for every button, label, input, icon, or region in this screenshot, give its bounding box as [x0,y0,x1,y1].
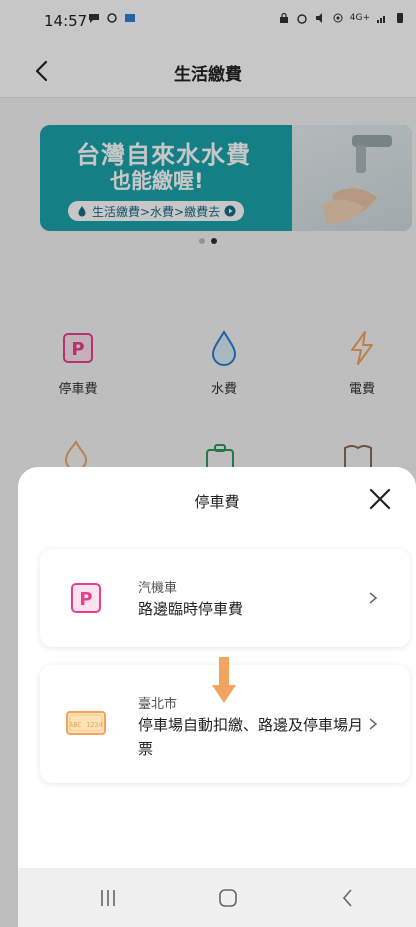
system-nav-bar [18,868,416,927]
back-icon[interactable] [336,886,360,910]
option-street-parking[interactable]: P 汽機車 路邊臨時停車費 [40,549,410,647]
option-title: 停車場自動扣繳、路邊及停車場月票 [138,716,364,758]
option-subtitle: 臺北市 [138,697,178,712]
close-icon[interactable] [366,485,394,513]
chevron-right-icon [369,592,378,604]
pointer-arrow-icon [212,657,236,703]
license-plate-icon: ABC 1234 [66,711,106,735]
option-title: 路邊臨時停車費 [138,600,244,618]
option-subtitle: 汽機車 [138,581,178,596]
svg-text:P: P [79,589,92,610]
sheet-title: 停車費 [194,493,240,511]
parking-icon: P [71,583,101,613]
recent-apps-icon[interactable] [96,886,120,910]
chevron-right-icon [369,718,378,730]
plate-text: ABC 1234 [69,721,103,729]
home-icon[interactable] [216,886,240,910]
